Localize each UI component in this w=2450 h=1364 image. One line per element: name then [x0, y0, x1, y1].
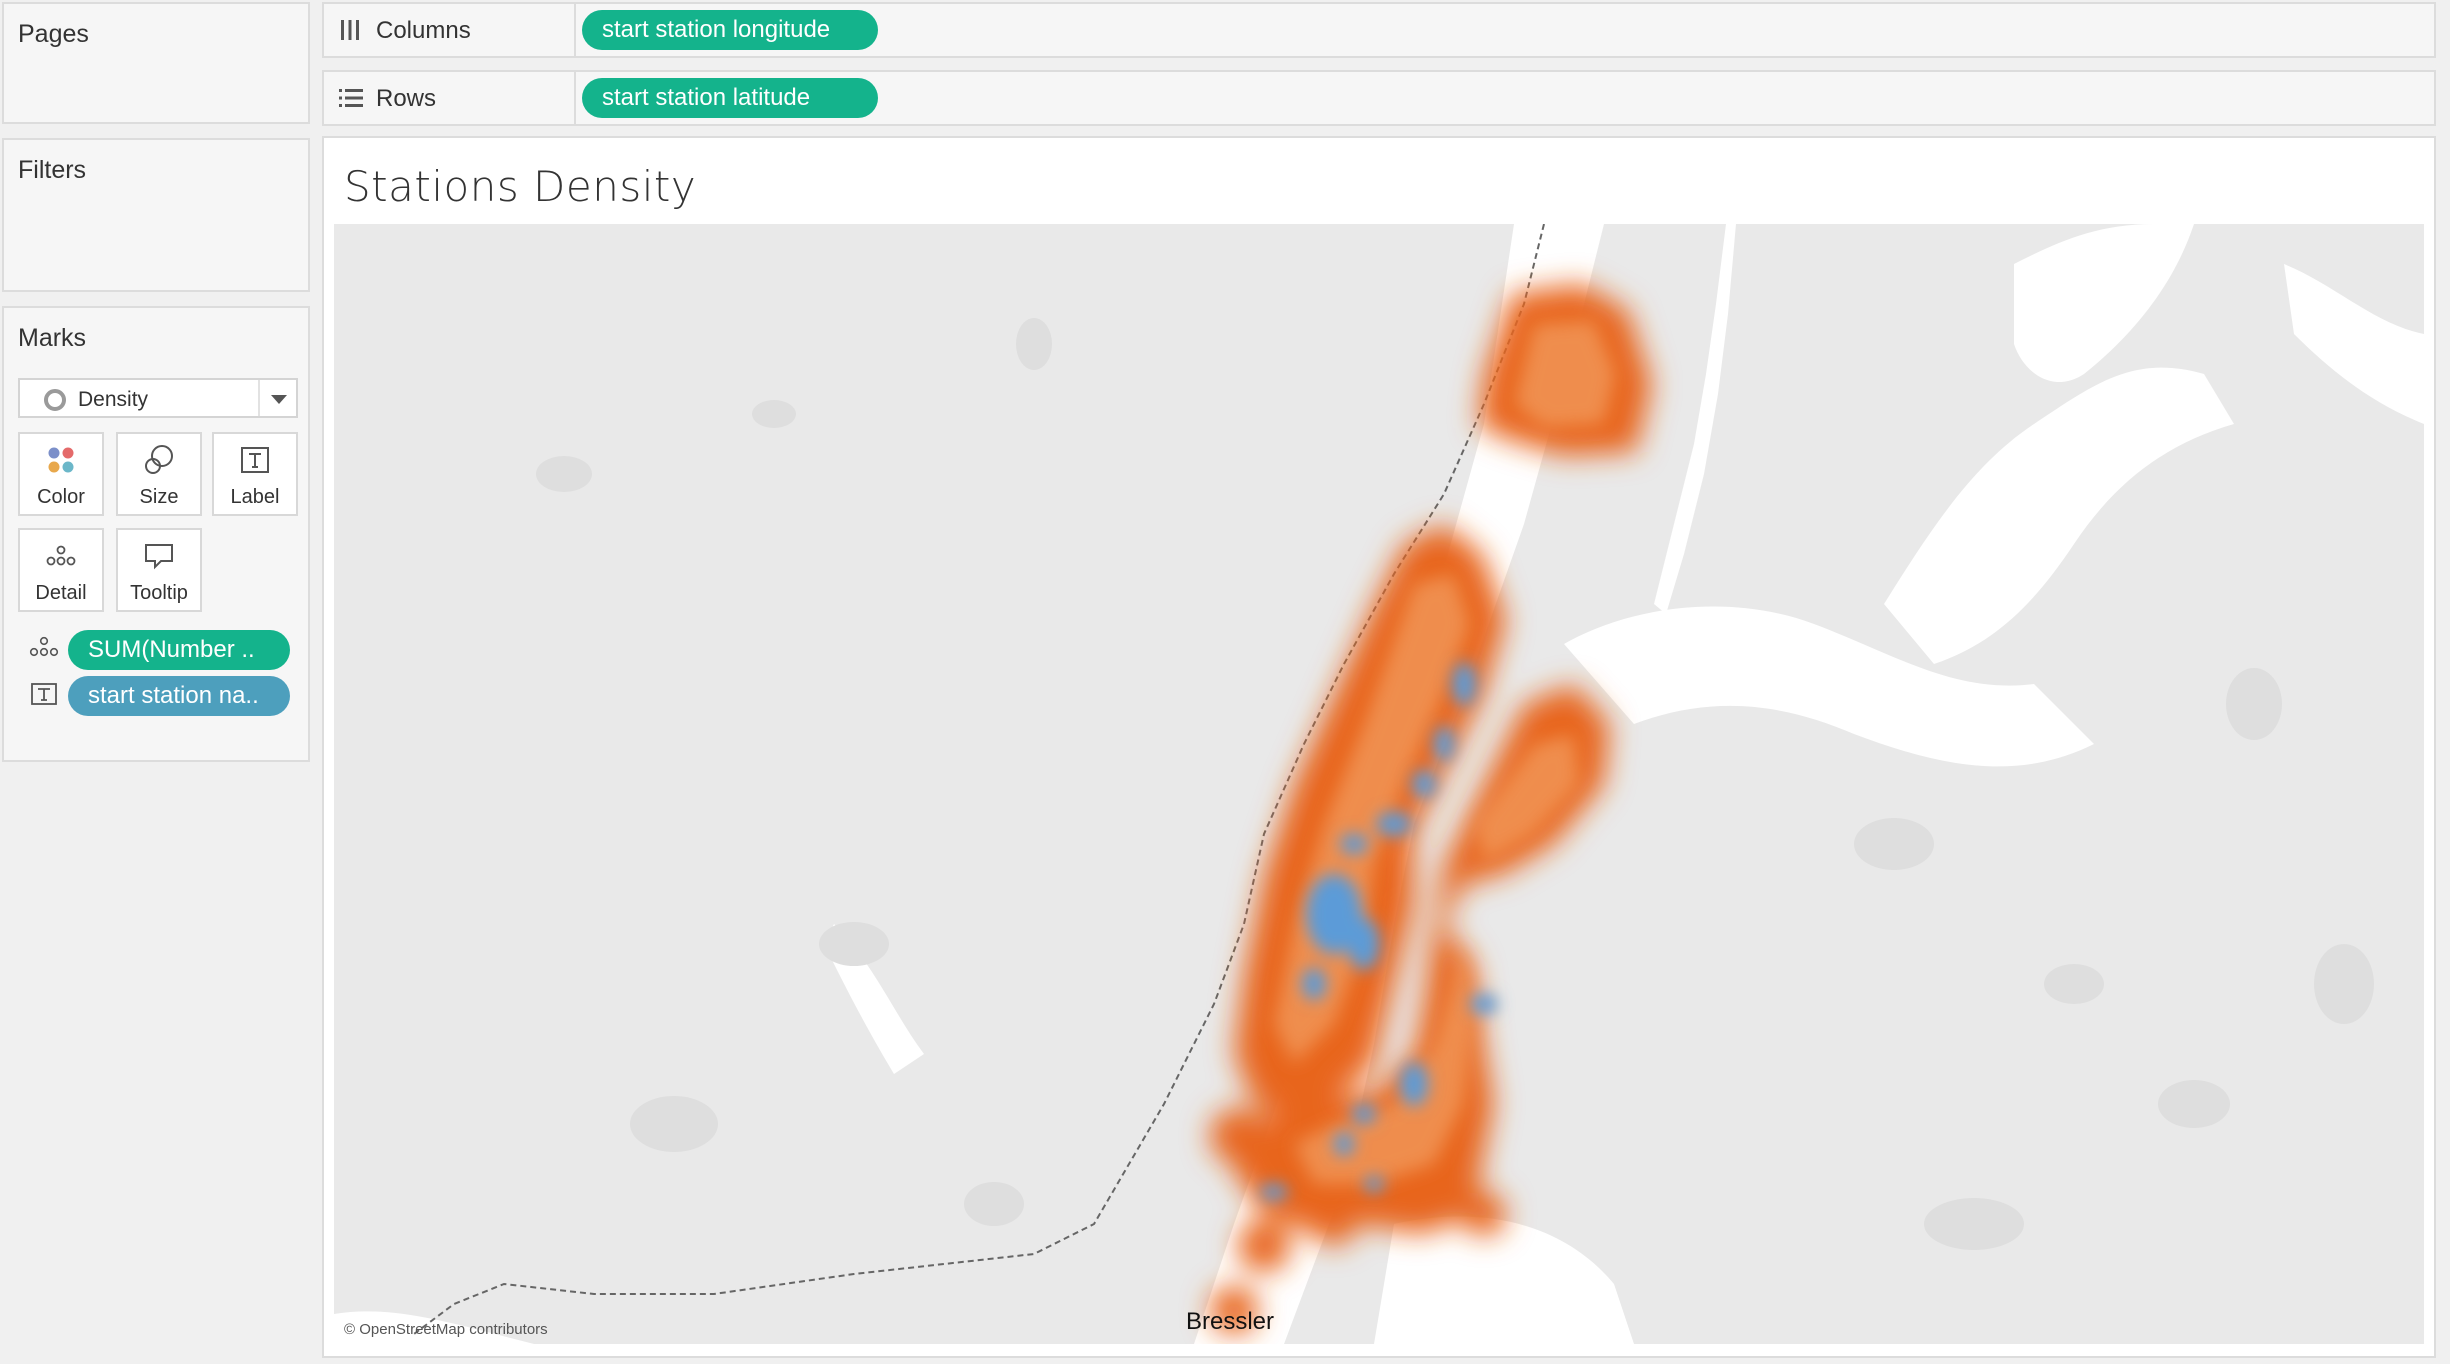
text-label-icon	[214, 444, 296, 476]
density-mark-icon	[44, 389, 66, 411]
size-button[interactable]: Size	[116, 432, 202, 516]
viz-title: Stations Density	[344, 162, 697, 211]
density-heatmap	[1210, 284, 1652, 1334]
tooltip-button[interactable]: Tooltip	[116, 528, 202, 612]
columns-pill[interactable]: start station longitude	[582, 10, 878, 50]
pages-title: Pages	[18, 20, 89, 48]
columns-shelf[interactable]: Columns start station longitude	[322, 2, 2436, 58]
map-attribution: © OpenStreetMap contributors	[344, 1321, 548, 1338]
filters-title: Filters	[18, 156, 87, 184]
filters-card[interactable]: Filters	[2, 138, 310, 292]
size-button-label: Size	[139, 486, 179, 508]
rows-pill[interactable]: start station latitude	[582, 78, 878, 118]
marks-card: Marks Density Color Size Label Detail To…	[2, 306, 310, 762]
viz-pane: Stations Density © OpenStreetMap contrib…	[322, 136, 2436, 1358]
label-button-label: Label	[230, 486, 280, 508]
rows-shelf[interactable]: Rows start station latitude	[322, 70, 2436, 126]
color-button-label: Color	[37, 486, 85, 508]
tooltip-button-label: Tooltip	[130, 582, 188, 604]
rows-icon	[338, 86, 364, 115]
chevron-down-icon[interactable]	[271, 395, 287, 404]
rows-label: Rows	[376, 85, 437, 112]
mark-type-label: Density	[78, 388, 149, 411]
detail-button[interactable]: Detail	[18, 528, 104, 612]
detail-field-icon	[28, 636, 60, 663]
label-field-icon	[30, 682, 58, 711]
columns-label: Columns	[376, 17, 471, 44]
map-station-label: Bressler	[1186, 1308, 1275, 1335]
label-field-pill[interactable]: start station na..	[68, 676, 290, 716]
dropdown-divider	[258, 380, 260, 416]
mark-type-dropdown[interactable]: Density	[18, 378, 298, 418]
pages-card[interactable]: Pages	[2, 2, 310, 124]
size-icon	[118, 444, 200, 476]
rows-shelf-header: Rows	[324, 72, 576, 124]
columns-shelf-header: Columns	[324, 4, 576, 56]
detail-icon	[20, 540, 102, 572]
marks-title: Marks	[18, 324, 87, 352]
columns-icon	[338, 18, 362, 47]
detail-button-label: Detail	[35, 582, 87, 604]
tooltip-icon	[118, 540, 200, 572]
map-canvas[interactable]	[334, 224, 2424, 1344]
label-button[interactable]: Label	[212, 432, 298, 516]
density-map[interactable]: © OpenStreetMap contributors Bressler	[334, 224, 2424, 1344]
color-icon	[20, 444, 102, 476]
detail-field-pill[interactable]: SUM(Number ..	[68, 630, 290, 670]
color-button[interactable]: Color	[18, 432, 104, 516]
